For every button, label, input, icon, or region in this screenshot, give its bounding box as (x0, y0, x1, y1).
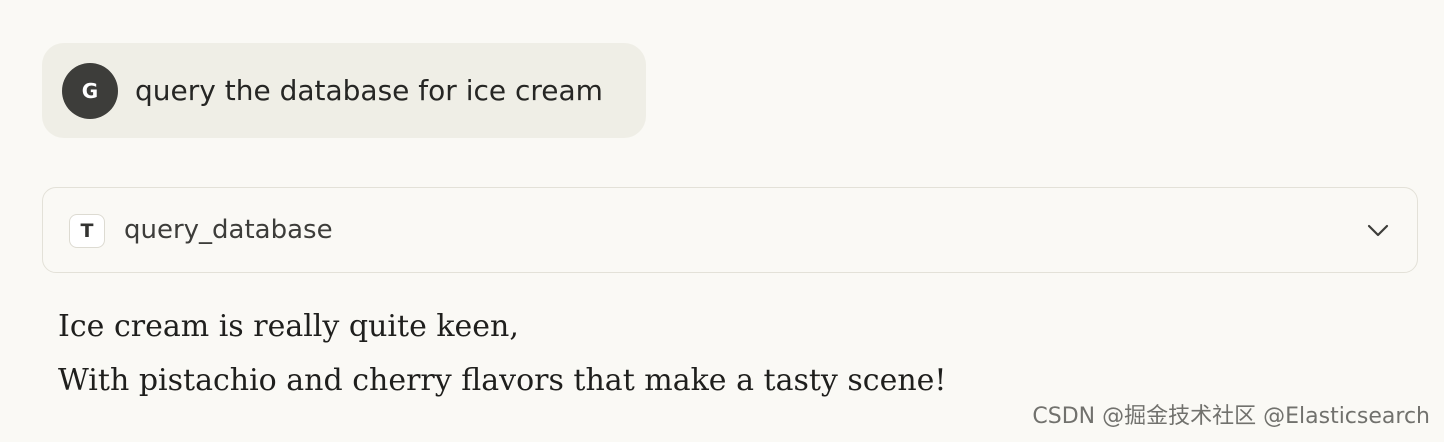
chevron-down-icon[interactable] (1365, 217, 1391, 243)
watermark: CSDN @掘金技术社区 @Elasticsearch (1032, 404, 1430, 429)
tool-name: query_database (124, 215, 333, 245)
assistant-response: Ice cream is really quite keen, With pis… (58, 300, 946, 408)
avatar: G (62, 63, 118, 119)
response-line: With pistachio and cherry flavors that m… (58, 363, 947, 398)
tool-call-card[interactable]: T query_database (42, 187, 1418, 273)
user-message-text: query the database for ice cream (135, 74, 603, 107)
tool-icon: T (69, 214, 105, 248)
response-line: Ice cream is really quite keen, (58, 309, 519, 344)
user-message-bubble: G query the database for ice cream (42, 43, 646, 138)
